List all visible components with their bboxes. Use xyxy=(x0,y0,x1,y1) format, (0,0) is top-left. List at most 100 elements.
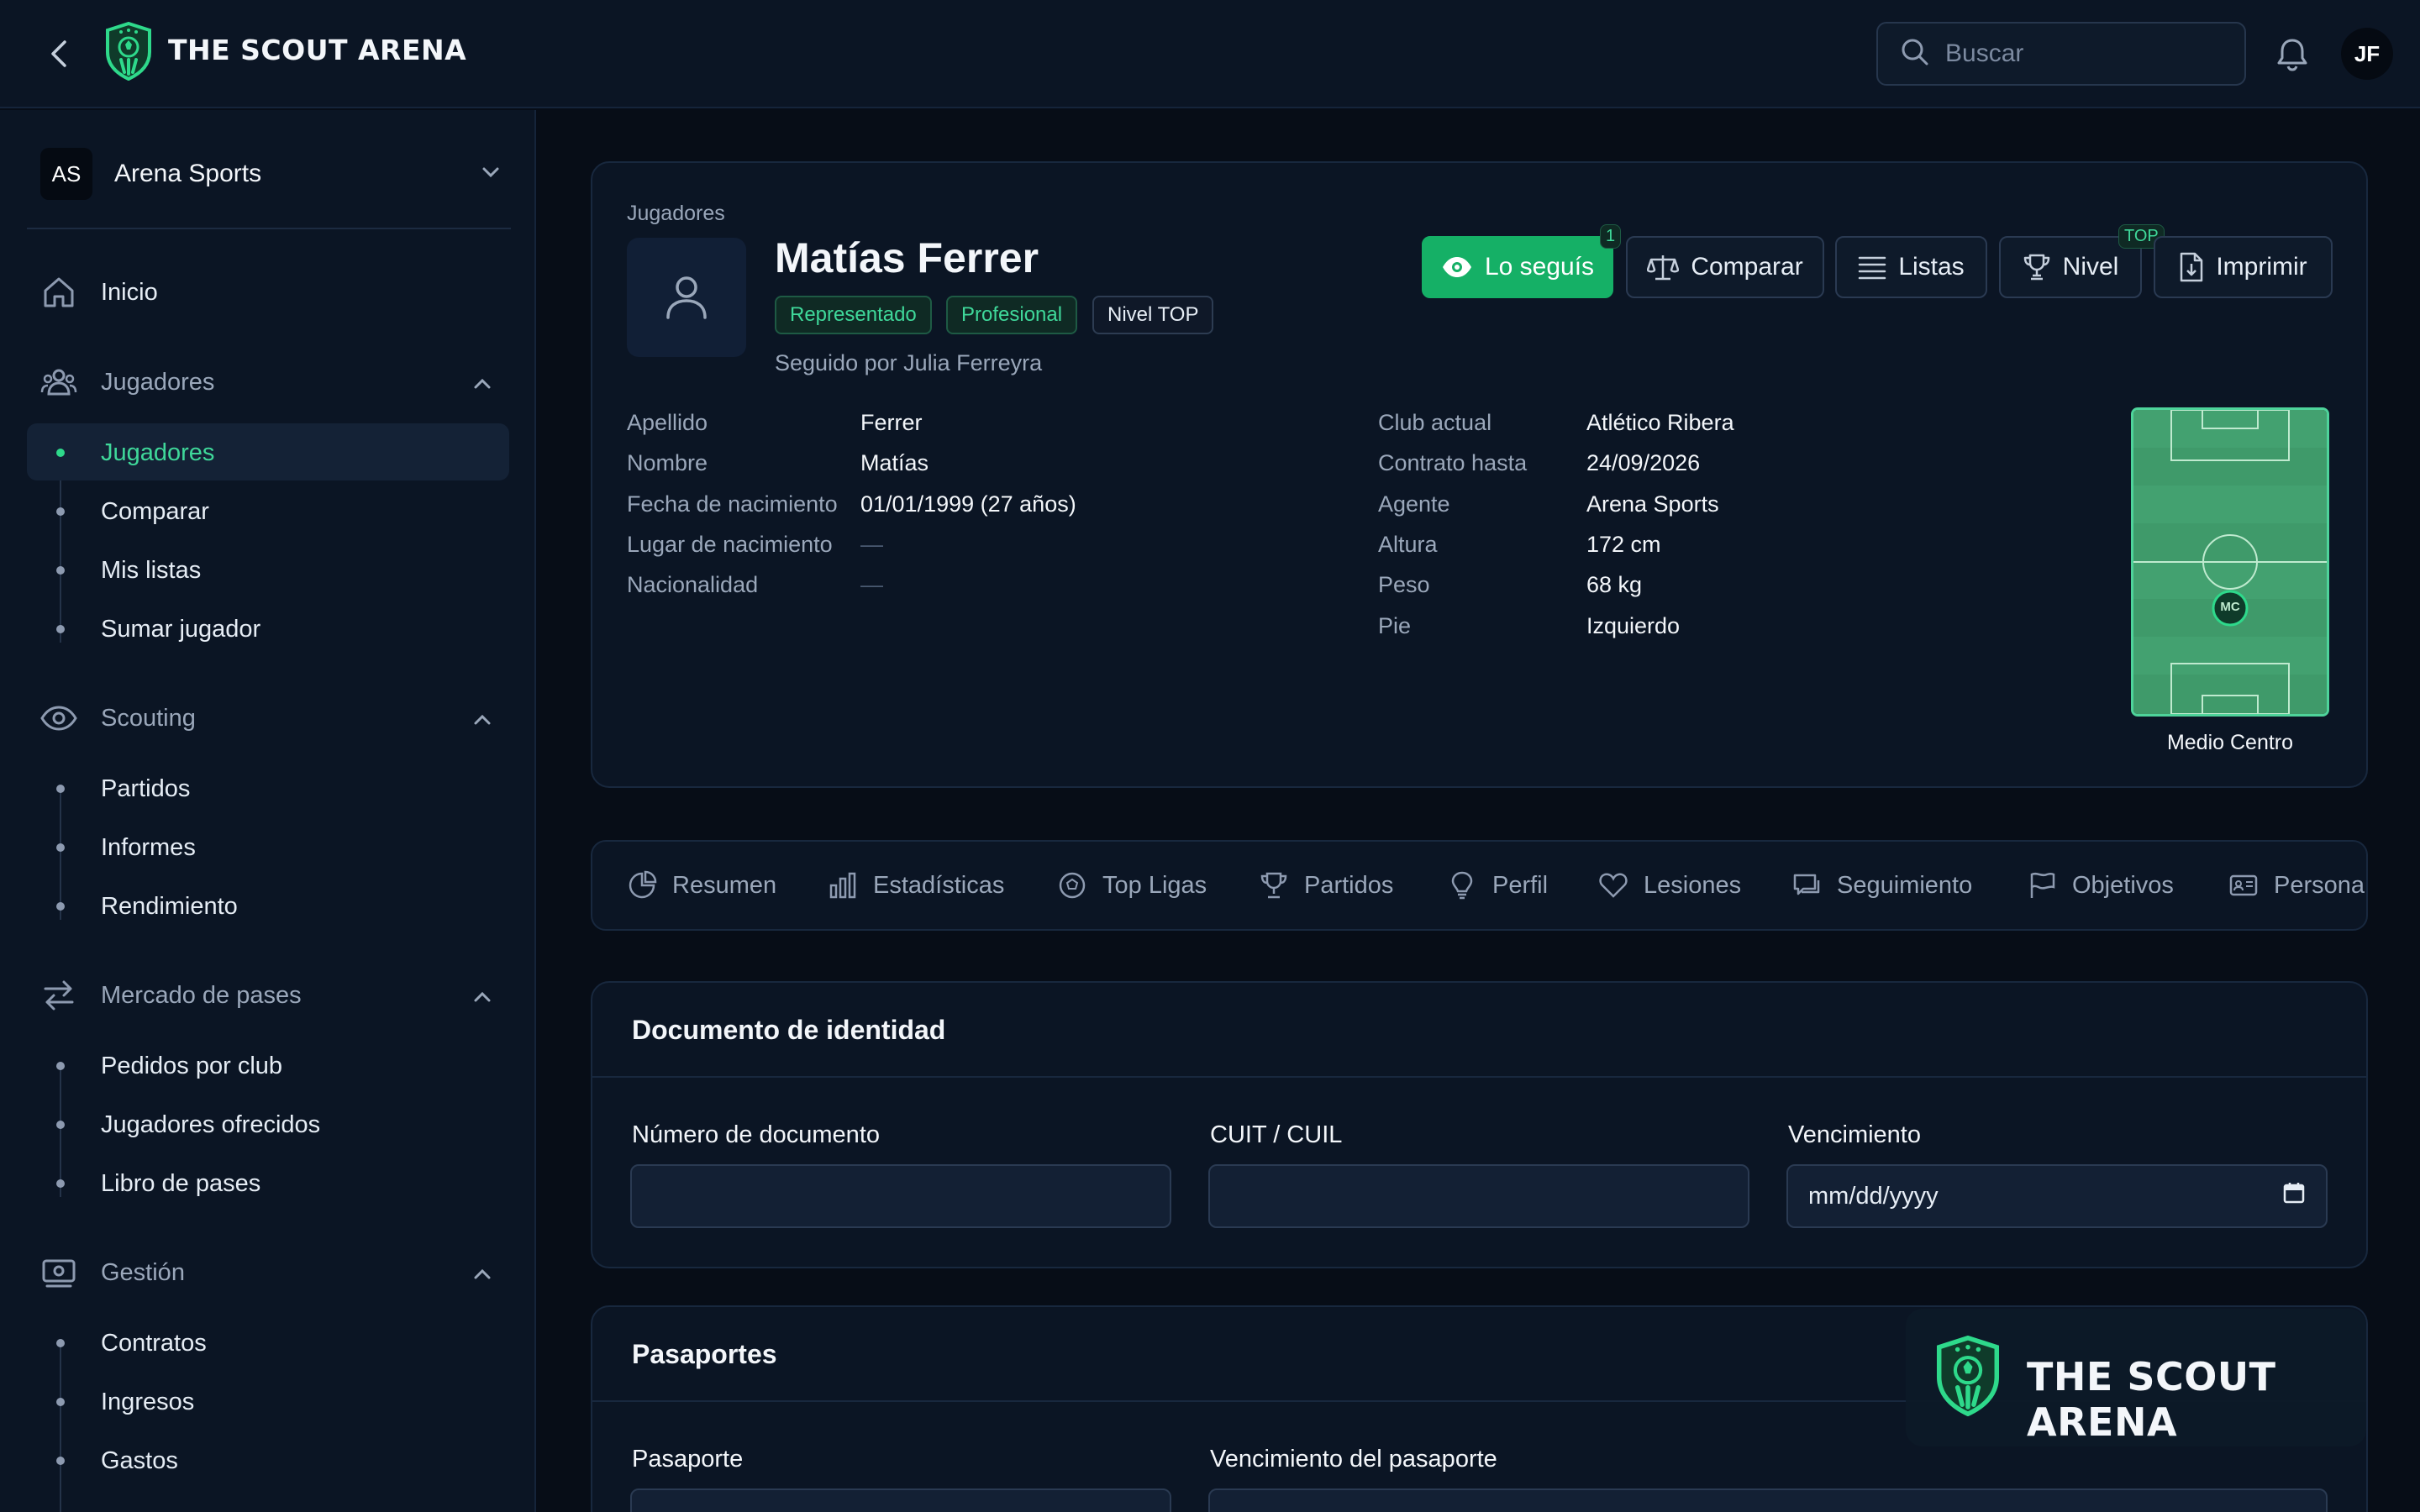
eye-icon xyxy=(1441,255,1473,279)
field-label: Peso xyxy=(1378,572,1430,597)
org-badge: AS xyxy=(40,148,92,200)
tab-label: Lesiones xyxy=(1644,871,1742,899)
field-label: Lugar de nacimiento xyxy=(627,532,833,557)
tab-persona[interactable]: Persona xyxy=(2228,842,2365,929)
sidebar-section-jugadores[interactable]: Jugadores xyxy=(40,357,511,407)
sidebar-section-label: Gestión xyxy=(101,1258,185,1286)
chevron-up-icon xyxy=(471,708,494,738)
sidebar-item-sumar-jugador[interactable]: Sumar jugador xyxy=(101,608,260,650)
brand-logo-icon xyxy=(104,21,153,81)
org-name: Arena Sports xyxy=(114,160,262,187)
field-label: Apellido xyxy=(627,410,708,435)
divider xyxy=(592,1076,2366,1078)
tag-nivel-top: Nivel TOP xyxy=(1092,296,1214,334)
tag-representado: Representado xyxy=(775,296,932,334)
tree-dot xyxy=(56,1457,65,1465)
chat-icon xyxy=(1791,870,1822,900)
sidebar-section-gestion[interactable]: Gestión xyxy=(40,1247,511,1298)
active-dot xyxy=(56,449,65,457)
ball-icon xyxy=(1057,870,1087,900)
search-input[interactable] xyxy=(1945,39,2231,68)
sidebar-section-label: Jugadores xyxy=(101,368,215,396)
position-marker-label: MC xyxy=(2220,600,2240,614)
tree-dot xyxy=(56,1339,65,1347)
search-box[interactable] xyxy=(1876,22,2246,86)
sidebar-item-libro-de-pases[interactable]: Libro de pases xyxy=(101,1163,260,1205)
field-label: Nacionalidad xyxy=(627,572,759,597)
field-value: 24/09/2026 xyxy=(1586,450,1701,475)
scale-icon xyxy=(1647,253,1680,281)
brand-watermark-text: THE SCOUT ARENA xyxy=(2027,1354,2276,1445)
tab-objetivos[interactable]: Objetivos xyxy=(2027,842,2174,929)
field-label: CUIT / CUIL xyxy=(1210,1121,1343,1148)
document-number-input[interactable] xyxy=(630,1164,1171,1228)
lists-label: Listas xyxy=(1898,253,1965,281)
tab-label: Resumen xyxy=(672,871,777,899)
user-icon xyxy=(666,276,707,319)
tree-dot xyxy=(56,1179,65,1188)
sidebar-item-partidos[interactable]: Partidos xyxy=(101,768,190,810)
sidebar-item-jugadores-ofrecidos[interactable]: Jugadores ofrecidos xyxy=(101,1104,320,1146)
sidebar-item-comparar[interactable]: Comparar xyxy=(101,491,209,533)
field-value: 68 kg xyxy=(1586,572,1643,597)
tab-top-ligas[interactable]: Top Ligas xyxy=(1057,842,1207,929)
sidebar-item-home[interactable]: Inicio xyxy=(40,267,158,318)
tab-perfil[interactable]: Perfil xyxy=(1447,842,1548,929)
field-label: Altura xyxy=(1378,532,1438,557)
field-value: Atlético Ribera xyxy=(1586,410,1734,435)
pie-chart-icon xyxy=(627,870,657,900)
tree-dot xyxy=(56,566,65,575)
tab-partidos[interactable]: Partidos xyxy=(1259,842,1393,929)
tab-bar: Resumen Estadísticas Top Ligas Partidos … xyxy=(591,840,2368,931)
field-value: 172 cm xyxy=(1586,532,1661,557)
follow-label: Lo seguís xyxy=(1484,253,1595,281)
back-icon[interactable] xyxy=(42,37,76,71)
follow-button[interactable]: Lo seguís xyxy=(1422,236,1613,298)
compare-button[interactable]: Comparar xyxy=(1626,236,1824,298)
flag-icon xyxy=(2027,870,2057,900)
sidebar-item-rendimiento[interactable]: Rendimiento xyxy=(101,885,238,927)
tree-rail xyxy=(60,1064,61,1197)
sidebar-item-contratos[interactable]: Contratos xyxy=(101,1322,207,1364)
field-value: Arena Sports xyxy=(1586,491,1719,517)
field-label: Nombre xyxy=(627,450,708,475)
user-avatar[interactable]: JF xyxy=(2341,28,2393,80)
bar-chart-icon xyxy=(828,870,858,900)
tree-dot xyxy=(56,843,65,852)
org-switcher[interactable]: AS Arena Sports xyxy=(40,142,511,206)
print-button[interactable]: Imprimir xyxy=(2154,236,2333,298)
sidebar-item-pedidos-por-club[interactable]: Pedidos por club xyxy=(101,1045,282,1087)
field-label: Pasaporte xyxy=(632,1446,744,1473)
cuit-input[interactable] xyxy=(1208,1164,1749,1228)
tab-resumen[interactable]: Resumen xyxy=(627,842,776,929)
expiry-date-input[interactable]: mm/dd/yyyy xyxy=(1786,1164,2328,1228)
calendar-icon[interactable] xyxy=(2282,1181,2306,1211)
sidebar-section-mercado[interactable]: Mercado de pases xyxy=(40,970,511,1021)
tag-profesional: Profesional xyxy=(946,296,1078,334)
tab-label: Objetivos xyxy=(2072,871,2174,899)
sidebar-item-gastos[interactable]: Gastos xyxy=(101,1440,178,1482)
sidebar-item-mis-listas[interactable]: Mis listas xyxy=(101,549,201,591)
sidebar-section-label: Mercado de pases xyxy=(101,981,302,1009)
user-initials: JF xyxy=(2354,40,2381,66)
trophy-icon xyxy=(1259,870,1289,900)
passport-expiry-input[interactable] xyxy=(1208,1488,2328,1512)
money-icon xyxy=(40,1254,77,1291)
bell-icon[interactable] xyxy=(2274,35,2311,72)
tab-label: Seguimiento xyxy=(1837,871,1973,899)
section-title: Pasaportes xyxy=(632,1339,777,1369)
tree-dot xyxy=(56,625,65,633)
sidebar-item-jugadores[interactable]: Jugadores xyxy=(101,432,214,474)
sidebar-item-informes[interactable]: Informes xyxy=(101,827,196,869)
breadcrumb[interactable]: Jugadores xyxy=(627,202,725,226)
tab-seguimiento[interactable]: Seguimiento xyxy=(1791,842,1972,929)
tab-lesiones[interactable]: Lesiones xyxy=(1598,842,1741,929)
sidebar-section-scouting[interactable]: Scouting xyxy=(40,693,511,743)
tab-estadisticas[interactable]: Estadísticas xyxy=(828,842,1004,929)
chevron-up-icon xyxy=(471,372,494,402)
sidebar-item-ingresos[interactable]: Ingresos xyxy=(101,1381,194,1423)
passport-input[interactable] xyxy=(630,1488,1171,1512)
lists-button[interactable]: Listas xyxy=(1835,236,1987,298)
date-placeholder: mm/dd/yyyy xyxy=(1808,1182,1939,1210)
field-label: Pie xyxy=(1378,613,1412,638)
